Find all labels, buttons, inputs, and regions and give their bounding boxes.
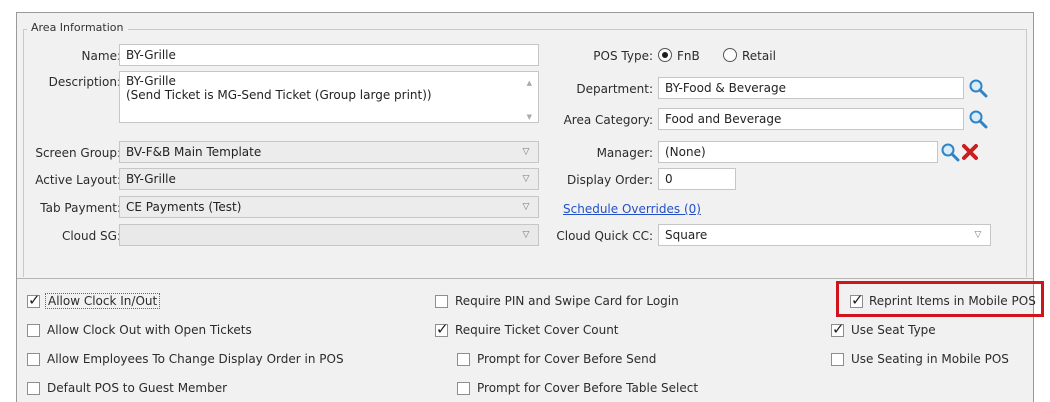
require-pin-checkbox[interactable]	[435, 295, 448, 308]
department-label: Department:	[576, 82, 653, 96]
tab-payment-label: Tab Payment:	[40, 201, 121, 215]
description-label: Description:	[48, 75, 121, 89]
prompt-send-label: Prompt for Cover Before Send	[477, 352, 657, 366]
prompt-send-checkbox[interactable]	[457, 353, 470, 366]
area-information-panel: Area Information Name: BY-Grille Descrip…	[16, 12, 1036, 402]
highlight-box	[836, 281, 1044, 317]
allow-employees-label: Allow Employees To Change Display Order …	[47, 352, 344, 366]
prompt-table-checkbox[interactable]	[457, 382, 470, 395]
tab-payment-value: CE Payments (Test)	[126, 200, 242, 214]
pos-type-label: POS Type:	[593, 49, 653, 63]
default-pos-label: Default POS to Guest Member	[47, 381, 228, 395]
active-layout-select[interactable]: BY-Grille ▽	[119, 168, 539, 190]
allow-clock-label: Allow Clock In/Out	[45, 293, 161, 309]
search-icon[interactable]	[968, 109, 988, 129]
group-title: Area Information	[27, 21, 128, 34]
prompt-table-label: Prompt for Cover Before Table Select	[477, 381, 699, 395]
use-seat-label: Use Seat Type	[851, 323, 936, 337]
cloud-quick-cc-value: Square	[665, 228, 708, 242]
default-pos-checkbox[interactable]	[27, 382, 40, 395]
require-pin-label: Require PIN and Swipe Card for Login	[455, 294, 679, 308]
name-label: Name:	[81, 49, 121, 63]
use-seating-checkbox[interactable]	[831, 353, 844, 366]
pos-type-retail-radio[interactable]	[723, 48, 737, 62]
chevron-down-icon: ▽	[522, 174, 530, 184]
active-layout-label: Active Layout:	[35, 173, 121, 187]
cloud-sg-label: Cloud SG:	[61, 229, 121, 243]
area-category-label: Area Category:	[563, 113, 653, 127]
screen-group-select[interactable]: BV-F&B Main Template ▽	[119, 141, 539, 163]
description-field[interactable]: BY-Grille (Send Ticket is MG-Send Ticket…	[119, 71, 539, 123]
chevron-down-icon: ▽	[522, 202, 530, 212]
search-icon[interactable]	[968, 78, 988, 98]
chevron-down-icon: ▽	[974, 230, 982, 240]
allow-clock-out-label: Allow Clock Out with Open Tickets	[47, 323, 252, 337]
tab-payment-select[interactable]: CE Payments (Test) ▽	[119, 196, 539, 218]
area-category-field[interactable]: Food and Beverage	[658, 108, 964, 130]
manager-field[interactable]: (None)	[658, 141, 938, 163]
cloud-quick-cc-label: Cloud Quick CC:	[556, 229, 653, 243]
chevron-down-icon: ▽	[522, 230, 530, 240]
allow-clock-checkbox[interactable]	[27, 291, 41, 309]
chevron-down-icon: ▽	[522, 147, 530, 157]
pos-type-fnb-radio[interactable]	[658, 48, 672, 62]
description-line-2: (Send Ticket is MG-Send Ticket (Group la…	[126, 88, 432, 102]
display-order-label: Display Order:	[567, 173, 653, 187]
section-divider	[17, 278, 1033, 279]
require-cover-label: Require Ticket Cover Count	[455, 323, 619, 337]
pos-type-retail-label: Retail	[742, 49, 776, 63]
use-seating-label: Use Seating in Mobile POS	[851, 352, 1009, 366]
cloud-quick-cc-select[interactable]: Square ▽	[658, 224, 991, 246]
allow-employees-checkbox[interactable]	[27, 353, 40, 366]
manager-label: Manager:	[596, 146, 653, 160]
scroll-down-icon[interactable]: ▼	[527, 110, 532, 122]
allow-clock-out-checkbox[interactable]	[27, 324, 40, 337]
search-icon[interactable]	[940, 142, 960, 162]
pos-type-fnb-label: FnB	[677, 49, 700, 63]
schedule-overrides-link[interactable]: Schedule Overrides (0)	[563, 202, 701, 216]
name-field[interactable]: BY-Grille	[119, 44, 539, 66]
use-seat-checkbox[interactable]	[831, 320, 845, 338]
description-line-1: BY-Grille	[126, 74, 176, 88]
scroll-up-icon[interactable]: ▲	[527, 76, 532, 90]
department-field[interactable]: BY-Food & Beverage	[658, 77, 964, 99]
active-layout-value: BY-Grille	[126, 172, 176, 186]
clear-icon[interactable]	[960, 142, 980, 162]
screen-group-value: BV-F&B Main Template	[126, 145, 262, 159]
cloud-sg-select[interactable]: ▽	[119, 224, 539, 246]
screen-group-label: Screen Group:	[35, 146, 121, 160]
display-order-field[interactable]: 0	[658, 168, 736, 190]
require-cover-checkbox[interactable]	[435, 320, 449, 338]
